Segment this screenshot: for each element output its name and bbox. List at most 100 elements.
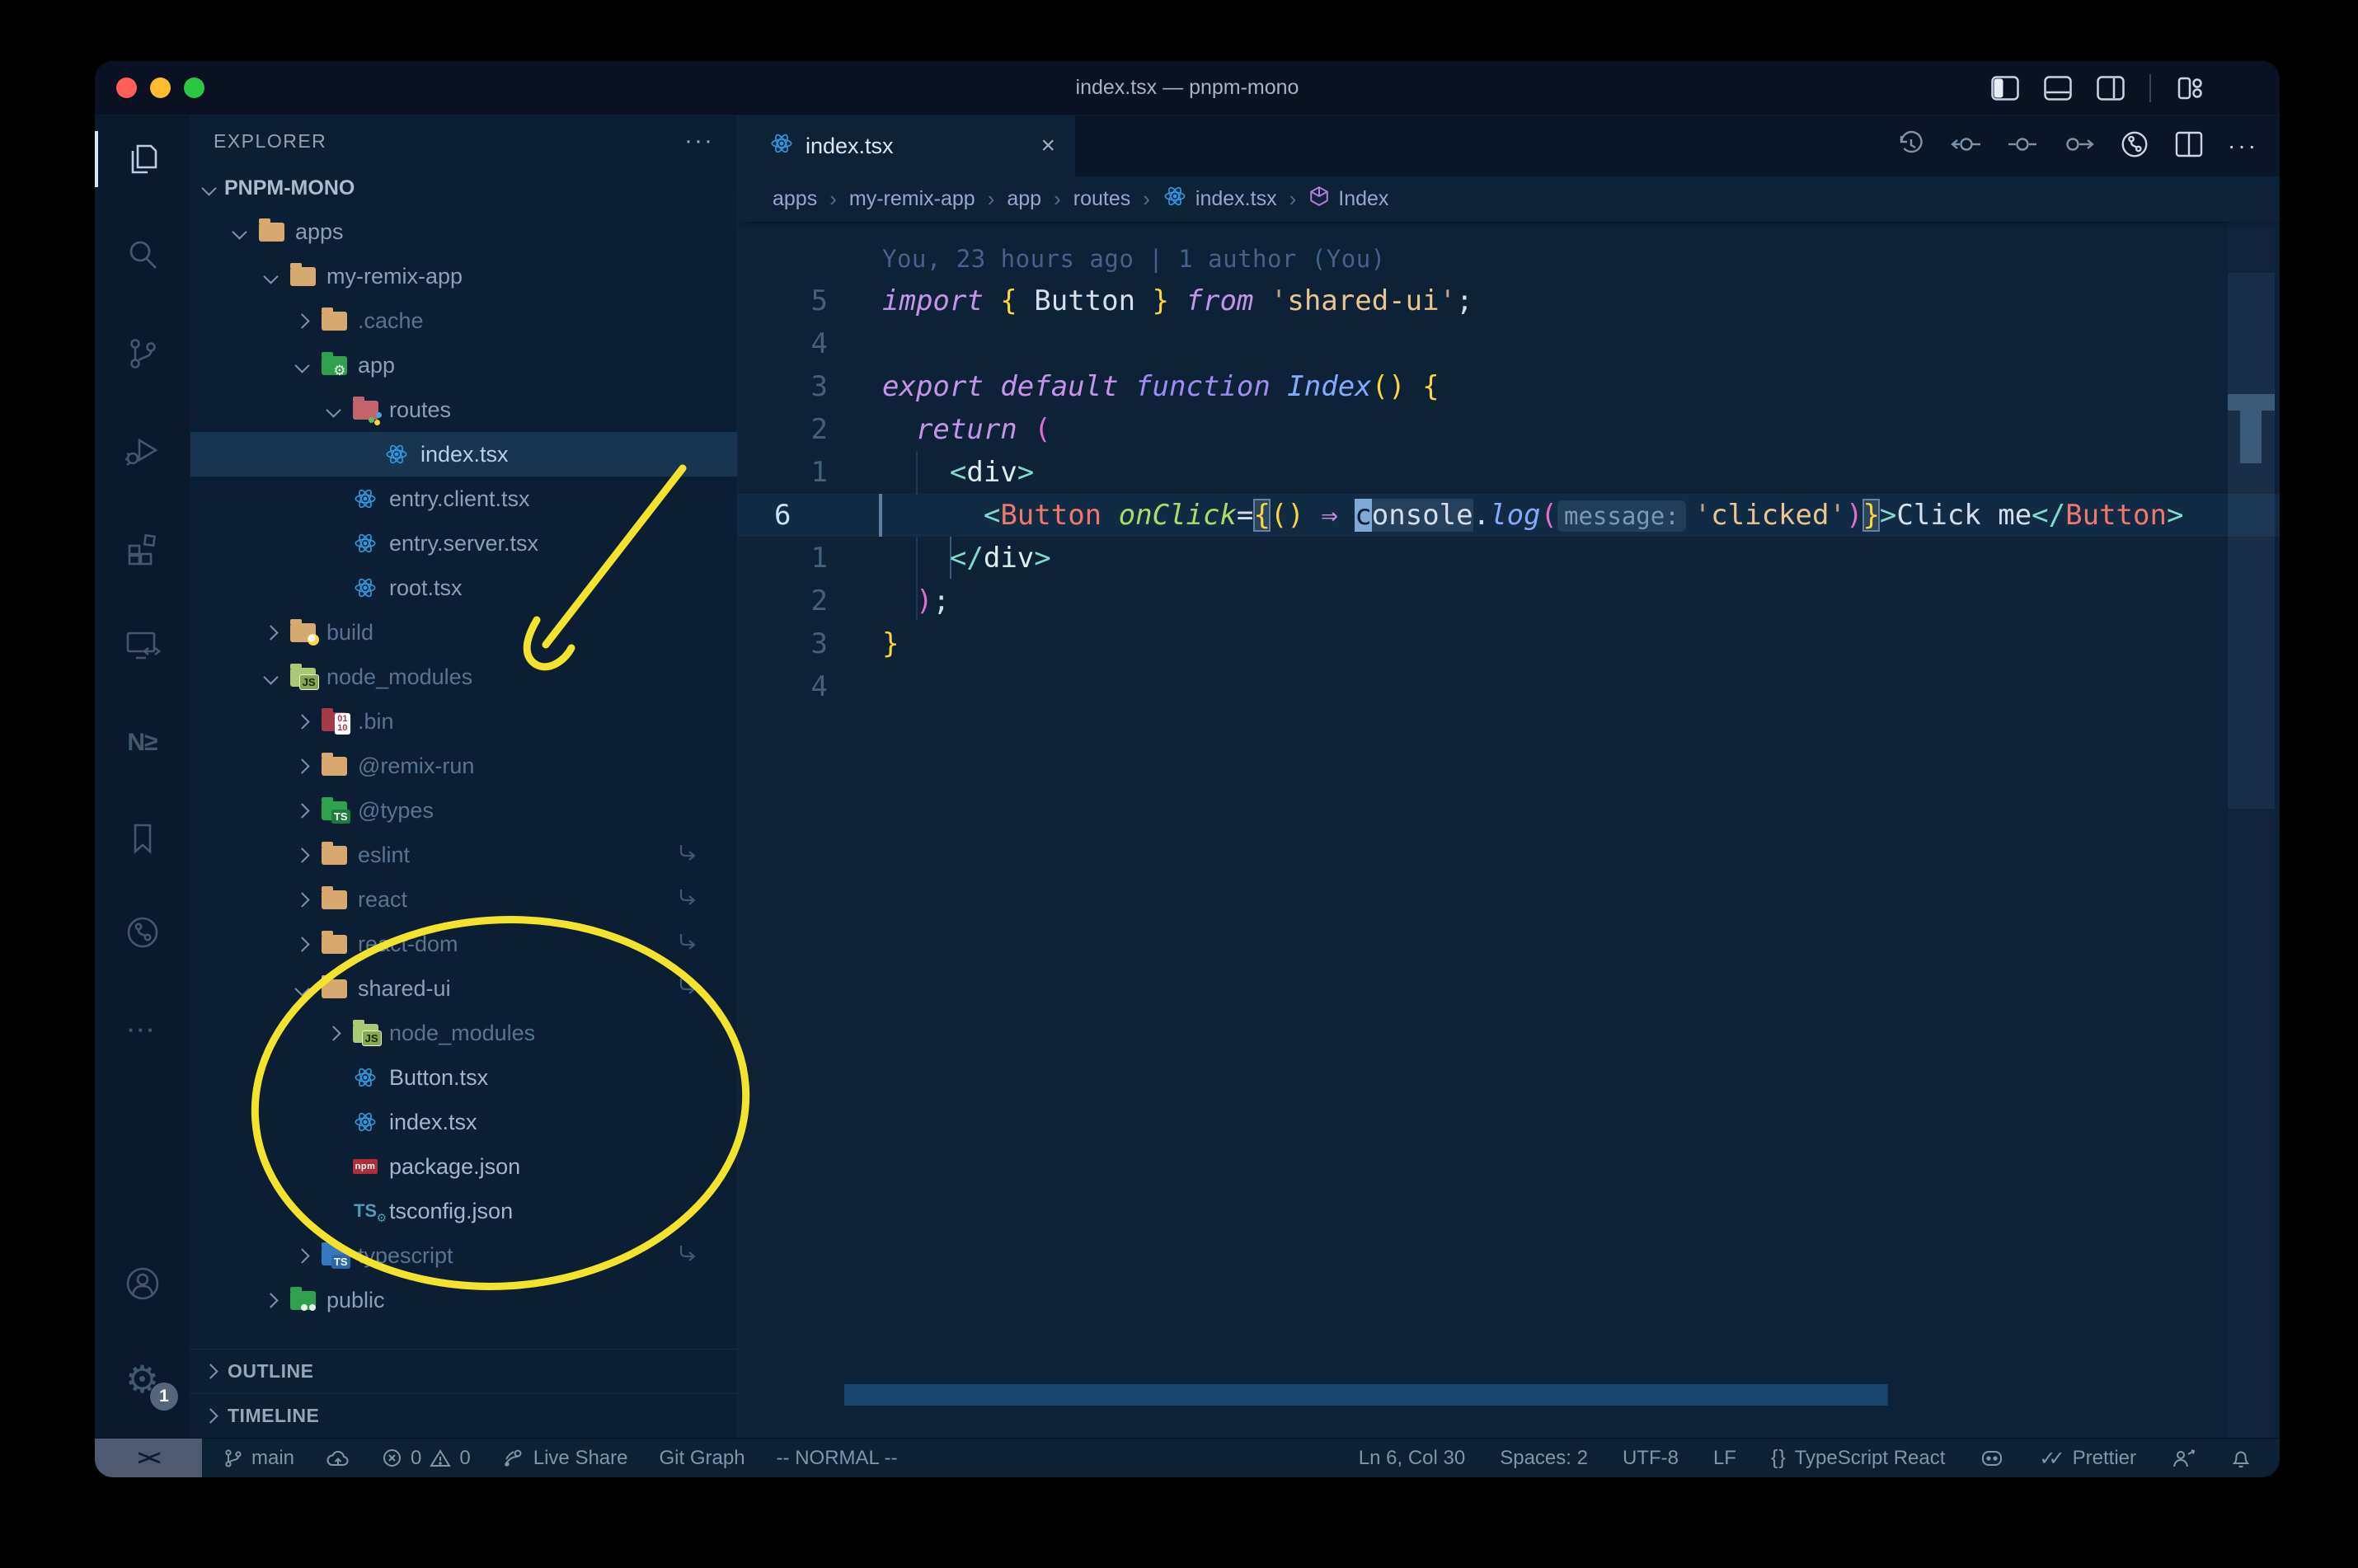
tree-item-routes[interactable]: routes <box>190 387 737 432</box>
symlink-icon <box>676 975 699 1002</box>
status-language-mode[interactable]: {} TypeScript React <box>1771 1446 1945 1470</box>
editor-more-actions-icon[interactable]: ··· <box>2228 133 2258 159</box>
toggle-secondary-sidebar-icon[interactable] <box>2097 75 2125 101</box>
symbol-icon <box>1308 185 1330 213</box>
line-number-relative: 4 <box>810 670 828 703</box>
timeline-history-icon[interactable] <box>1896 129 1926 163</box>
tree-item-entry-server-tsx[interactable]: entry.server.tsx <box>190 521 737 566</box>
current-change-icon[interactable] <box>2007 129 2038 163</box>
status-git-branch[interactable]: main <box>223 1447 294 1470</box>
editor-actions: ··· <box>1896 115 2258 176</box>
status-live-share[interactable]: Live Share <box>502 1447 628 1470</box>
status-prettier[interactable]: ✓✓ Prettier <box>2039 1447 2136 1470</box>
tree-item-my-remix-app[interactable]: my-remix-app <box>190 254 737 298</box>
tree-item-index-tsx[interactable]: index.tsx <box>190 432 737 477</box>
status-git-graph[interactable]: Git Graph <box>660 1447 745 1470</box>
source-control-icon[interactable] <box>95 314 190 393</box>
status-indentation[interactable]: Spaces: 2 <box>1500 1447 1588 1470</box>
tree-item-apps[interactable]: apps <box>190 209 737 254</box>
breadcrumb-routes[interactable]: routes <box>1073 187 1130 211</box>
split-editor-icon[interactable] <box>2175 131 2203 162</box>
editor-group: index.tsx × ··· apps › my-remix-app › ap… <box>738 115 2280 1438</box>
run-debug-icon[interactable] <box>95 411 190 491</box>
explorer-icon[interactable] <box>95 120 190 199</box>
vertical-scrollbar[interactable] <box>2228 222 2275 1438</box>
breadcrumb-app[interactable]: app <box>1007 187 1041 211</box>
tree-item-react-dom[interactable]: react-dom <box>190 922 737 966</box>
status-problems[interactable]: 00 <box>382 1447 471 1470</box>
previous-change-icon[interactable] <box>1951 129 1982 163</box>
tab-index-tsx[interactable]: index.tsx × <box>738 115 1075 176</box>
git-graph-icon[interactable] <box>95 893 190 972</box>
nx-console-icon[interactable]: N≥ <box>95 703 190 782</box>
tree-item--remix-run[interactable]: @remix-run <box>190 744 737 788</box>
status-feedback[interactable] <box>2171 1448 2196 1469</box>
tree-item-build[interactable]: build <box>190 610 737 655</box>
status-cursor-position[interactable]: Ln 6, Col 30 <box>1359 1447 1465 1470</box>
timeline-section[interactable]: TIMELINE <box>190 1393 737 1438</box>
tree-item-app[interactable]: ⚙ app <box>190 343 737 387</box>
status-vim-mode[interactable]: -- NORMAL -- <box>777 1447 898 1470</box>
search-icon[interactable] <box>95 215 190 294</box>
vertical-scrollbar-thumb[interactable] <box>2228 273 2275 809</box>
breadcrumb-index-tsx[interactable]: index.tsx <box>1163 185 1277 214</box>
status-copilot[interactable] <box>1980 1448 2004 1469</box>
code-editor[interactable]: You, 23 hours ago | 1 author (You) 5 impor… <box>738 222 2280 1438</box>
react-icon <box>351 486 379 511</box>
explorer-more-actions-icon[interactable]: ··· <box>684 127 714 155</box>
remote-explorer-icon[interactable] <box>95 606 190 685</box>
tree-item-typescript[interactable]: TS typescript <box>190 1233 737 1278</box>
breadcrumb-my-remix-app[interactable]: my-remix-app <box>849 187 975 211</box>
breadcrumb-apps[interactable]: apps <box>773 187 817 211</box>
status-notifications[interactable] <box>2230 1448 2252 1469</box>
tree-item-Button-tsx[interactable]: Button.tsx <box>190 1055 737 1100</box>
toggle-panel-icon[interactable] <box>2044 75 2072 101</box>
bookmarks-icon[interactable] <box>95 799 190 878</box>
remote-indicator[interactable]: >< <box>95 1439 202 1477</box>
next-change-icon[interactable] <box>2063 129 2094 163</box>
toggle-sidebar-icon[interactable] <box>1991 75 2019 101</box>
folder-types-icon: TS <box>320 796 350 824</box>
overview-ruler-mark <box>2240 411 2262 463</box>
folder-app-icon: ⚙ <box>320 351 348 378</box>
tree-item-label: eslint <box>358 842 411 867</box>
tree-item-react[interactable]: react <box>190 877 737 922</box>
accounts-icon[interactable] <box>95 1244 190 1323</box>
settings-gear-icon[interactable]: ⚙ 1 <box>95 1340 190 1419</box>
git-graph-action-icon[interactable] <box>2119 129 2150 164</box>
tree-item-index-tsx[interactable]: index.tsx <box>190 1100 737 1144</box>
tree-item-eslint[interactable]: eslint <box>190 833 737 877</box>
chevron-right-icon <box>326 1025 341 1041</box>
react-icon <box>1163 185 1187 214</box>
more-views-icon[interactable]: ··· <box>95 990 190 1069</box>
tab-close-icon[interactable]: × <box>1040 134 1055 158</box>
tree-item-package-json[interactable]: npm package.json <box>190 1144 737 1189</box>
status-publish-changes[interactable] <box>326 1448 350 1468</box>
tree-item-label: package.json <box>389 1153 521 1179</box>
tree-item-node-modules[interactable]: JS node_modules <box>190 1011 737 1055</box>
folder-icon <box>320 307 348 333</box>
tree-item-entry-client-tsx[interactable]: entry.client.tsx <box>190 477 737 521</box>
tree-item-tsconfig-json[interactable]: TStsconfig.json <box>190 1189 737 1233</box>
code-line: 6 <Button onClick={() ⇒ console.log(mess… <box>738 494 2280 537</box>
tree-item-shared-ui[interactable]: shared-ui <box>190 966 737 1011</box>
status-eol[interactable]: LF <box>1713 1447 1736 1470</box>
chevron-right-icon <box>294 713 310 730</box>
tree-item--types[interactable]: TS @types <box>190 788 737 833</box>
customize-layout-icon[interactable] <box>2176 76 2204 101</box>
tree-item-public[interactable]: public <box>190 1278 737 1322</box>
tree-item-label: shared-ui <box>358 975 451 1001</box>
chevron-down-icon <box>326 401 341 418</box>
extensions-icon[interactable] <box>95 509 190 589</box>
breadcrumb-Index[interactable]: Index <box>1308 185 1388 213</box>
horizontal-scrollbar[interactable] <box>844 1384 1888 1406</box>
tree-item-label: react-dom <box>358 931 458 956</box>
tree-item--bin[interactable]: 01 10 .bin <box>190 699 737 744</box>
chevron-right-icon <box>294 891 310 908</box>
tree-item-root-tsx[interactable]: root.tsx <box>190 566 737 610</box>
outline-section[interactable]: OUTLINE <box>190 1349 737 1393</box>
tree-item-node-modules[interactable]: JS node_modules <box>190 655 737 699</box>
tree-item--cache[interactable]: .cache <box>190 298 737 343</box>
status-encoding[interactable]: UTF-8 <box>1623 1447 1679 1470</box>
workspace-root-row[interactable]: PNPM-MONO <box>190 167 737 209</box>
